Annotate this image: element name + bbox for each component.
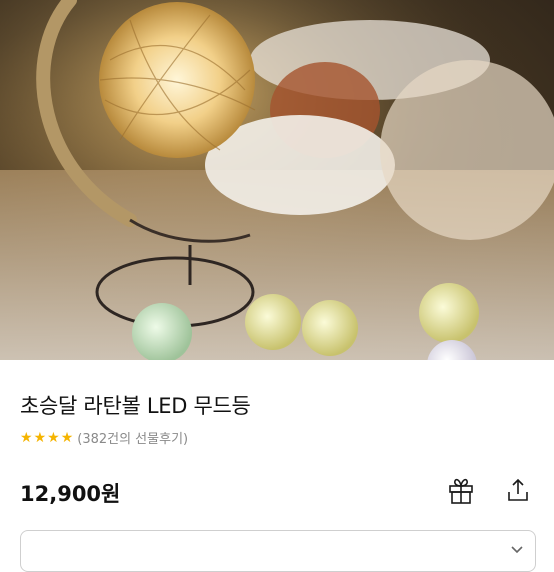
gift-icon [449, 478, 473, 504]
rating-row[interactable]: ★ ★ ★ ★ (382건의 선물후기) [20, 428, 188, 448]
chevron-down-icon [511, 546, 523, 554]
star-icon: ★ [47, 429, 60, 446]
option-select[interactable] [20, 530, 536, 572]
star-icon: ★ [60, 429, 74, 446]
review-count[interactable]: (382건의 선물후기) [77, 428, 188, 447]
product-price: 12,900원 [20, 482, 121, 506]
star-icon: ★ [33, 429, 47, 446]
gift-button[interactable] [443, 472, 479, 508]
product-info: 초승달 라탄볼 LED 무드등 ★ ★ ★ ★ (382건의 선물후기) 12,… [0, 360, 554, 572]
rating-stars: ★ ★ ★ ★ [20, 431, 73, 445]
star-icon: ★ [20, 429, 33, 446]
product-photo [0, 0, 554, 360]
product-title: 초승달 라탄볼 LED 무드등 [20, 394, 251, 418]
share-icon [508, 478, 528, 501]
product-image[interactable] [0, 0, 554, 360]
share-button[interactable] [500, 472, 536, 508]
